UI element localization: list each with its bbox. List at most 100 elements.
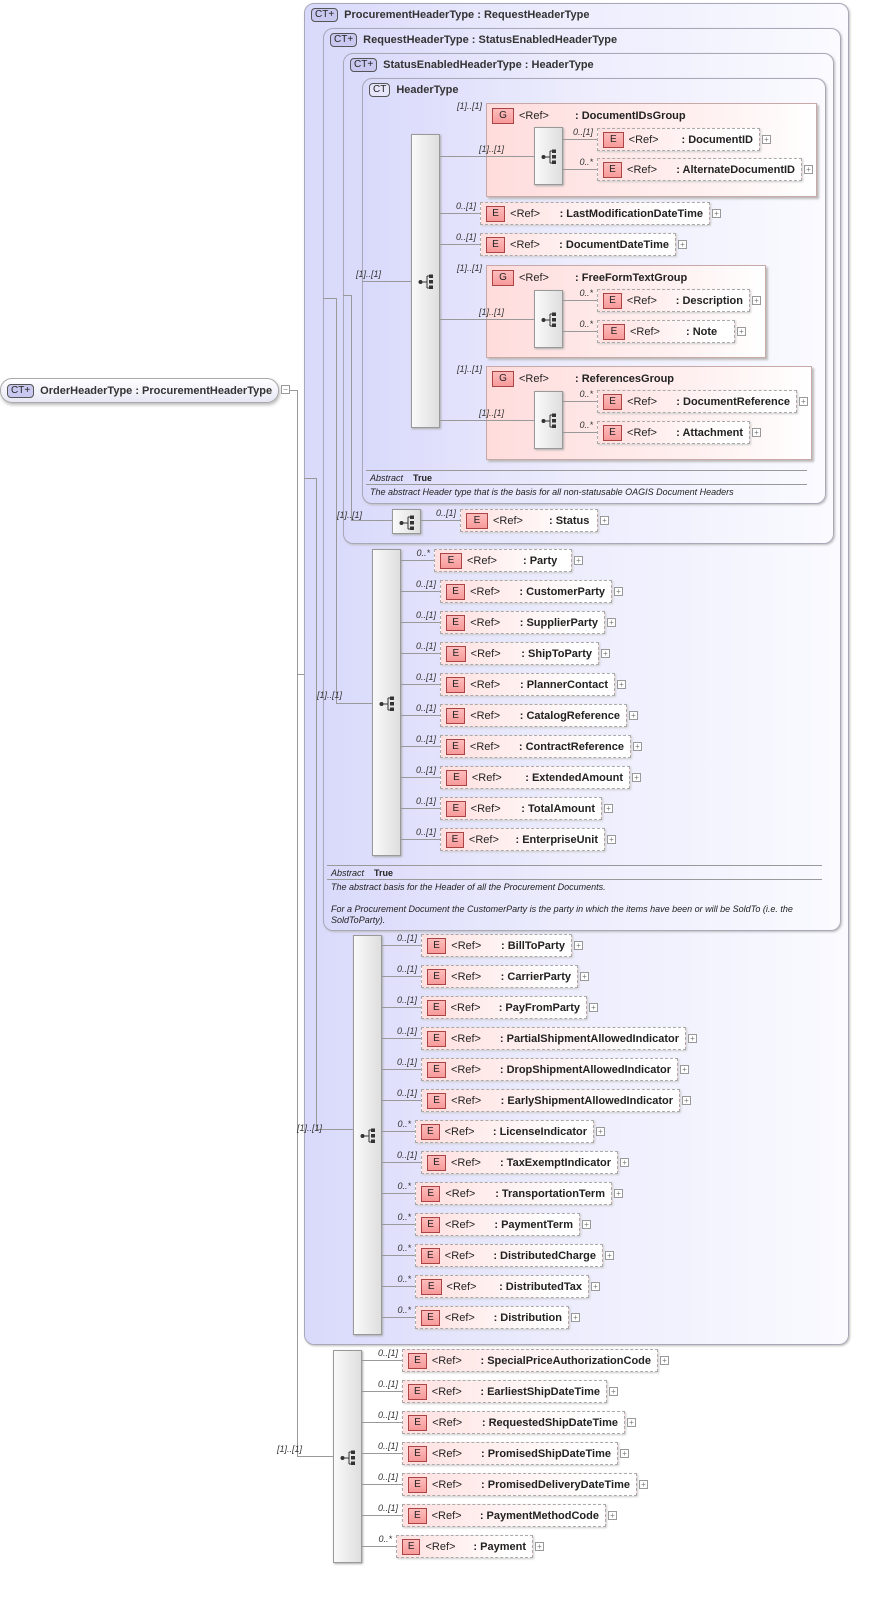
expand-button[interactable]: +	[620, 1449, 629, 1458]
expand-button[interactable]: +	[678, 240, 687, 249]
expand-button[interactable]: +	[574, 941, 583, 950]
expand-button[interactable]: +	[737, 327, 746, 336]
root-type-box[interactable]: CT+ OrderHeaderType : ProcurementHeaderTy…	[0, 378, 279, 403]
expand-button[interactable]: +	[627, 1418, 636, 1427]
element-card[interactable]: E <Ref>: Distribution	[415, 1306, 569, 1329]
element-card[interactable]: E <Ref>: Description	[597, 289, 750, 312]
group-title[interactable]: G <Ref>: DocumentIDsGroup	[492, 108, 692, 124]
element-card[interactable]: E <Ref>: CatalogReference	[440, 704, 627, 727]
expand-button[interactable]: +	[799, 397, 808, 406]
group-title[interactable]: G <Ref>: FreeFormTextGroup	[492, 270, 693, 286]
element-card[interactable]: E <Ref>: Attachment	[597, 421, 750, 444]
root-type-title: CT+ OrderHeaderType : ProcurementHeaderTy…	[7, 384, 272, 398]
sequence-compositor[interactable]	[411, 134, 440, 428]
element-card[interactable]: E <Ref>: TotalAmount	[440, 797, 602, 820]
complex-type-title[interactable]: CT+ StatusEnabledHeaderType : HeaderType	[350, 58, 594, 72]
expand-button[interactable]: +	[605, 1251, 614, 1260]
expand-button[interactable]: +	[629, 711, 638, 720]
expand-button[interactable]: +	[601, 649, 610, 658]
complex-type-title[interactable]: CT+ ProcurementHeaderType : RequestHeader…	[311, 8, 590, 22]
expand-button[interactable]: +	[596, 1127, 605, 1136]
element-name: : SpecialPriceAuthorizationCode	[480, 1354, 651, 1367]
expand-button[interactable]: +	[620, 1158, 629, 1167]
connector-line	[421, 520, 460, 521]
element-icon: E	[408, 1476, 427, 1493]
expand-button[interactable]: +	[571, 1313, 580, 1322]
element-card[interactable]: E <Ref>: PartialShipmentAllowedIndicator	[421, 1027, 686, 1050]
expand-button[interactable]: +	[582, 1220, 591, 1229]
expand-button[interactable]: +	[752, 428, 761, 437]
expand-button[interactable]: +	[589, 1003, 598, 1012]
element-card[interactable]: E <Ref>: RequestedShipDateTime	[402, 1411, 625, 1434]
element-card[interactable]: E <Ref>: TaxExemptIndicator	[421, 1151, 618, 1174]
connector-line	[382, 1007, 421, 1008]
expand-button[interactable]: +	[580, 972, 589, 981]
expand-button[interactable]: +	[591, 1282, 600, 1291]
complex-type-title[interactable]: CT HeaderType	[369, 83, 459, 97]
expand-button[interactable]: +	[752, 296, 761, 305]
expand-button[interactable]: +	[639, 1480, 648, 1489]
element-card[interactable]: E <Ref>: Party	[434, 549, 572, 572]
element-card[interactable]: E <Ref>: TransportationTerm	[415, 1182, 612, 1205]
element-card[interactable]: E <Ref>: ContractReference	[440, 735, 631, 758]
element-card[interactable]: E <Ref>: DocumentID	[597, 128, 760, 151]
element-card[interactable]: E <Ref>: DropShipmentAllowedIndicator	[421, 1058, 678, 1081]
element-icon: E	[421, 1247, 440, 1264]
complex-type-title[interactable]: CT+ RequestHeaderType : StatusEnabledHead…	[330, 33, 617, 47]
expand-button[interactable]: +	[607, 835, 616, 844]
expand-button[interactable]: +	[688, 1034, 697, 1043]
expand-button[interactable]: +	[614, 587, 623, 596]
element-card[interactable]: E <Ref>: PromisedDeliveryDateTime	[402, 1473, 637, 1496]
expand-button[interactable]: +	[609, 1387, 618, 1396]
expand-button[interactable]: +	[607, 618, 616, 627]
expand-button[interactable]: +	[682, 1096, 691, 1105]
abstract-row: Abstract True	[366, 470, 807, 485]
element-card[interactable]: E <Ref>: DistributedCharge	[415, 1244, 603, 1267]
expand-button[interactable]: +	[762, 135, 771, 144]
element-card[interactable]: E <Ref>: CustomerParty	[440, 580, 612, 603]
expand-button[interactable]: +	[608, 1511, 617, 1520]
element-card[interactable]: E <Ref>: DocumentReference	[597, 390, 797, 413]
element-card[interactable]: E <Ref>: DistributedTax	[415, 1275, 589, 1298]
element-card[interactable]: E <Ref>: PlannerContact	[440, 673, 615, 696]
element-card[interactable]: E <Ref>: AlternateDocumentID	[597, 158, 802, 181]
element-card[interactable]: E <Ref>: LastModificationDateTime	[480, 202, 710, 225]
element-cardinality: 0..[1]	[377, 1410, 398, 1420]
element-card[interactable]: E <Ref>: PayFromParty	[421, 996, 587, 1019]
element-card[interactable]: E <Ref>: SupplierParty	[440, 611, 605, 634]
element-card[interactable]: E <Ref>: Note	[597, 320, 735, 343]
element-card[interactable]: E <Ref>: EarlyShipmentAllowedIndicator	[421, 1089, 680, 1112]
element-card[interactable]: E <Ref>: PromisedShipDateTime	[402, 1442, 618, 1465]
element-card[interactable]: E <Ref>: LicenseIndicator	[415, 1120, 594, 1143]
expand-button[interactable]: +	[604, 804, 613, 813]
element-icon: E	[466, 512, 488, 529]
element-card[interactable]: E <Ref>: PaymentMethodCode	[402, 1504, 606, 1527]
expand-button[interactable]: +	[617, 680, 626, 689]
expand-button[interactable]: +	[535, 1542, 544, 1551]
element-card[interactable]: E <Ref>: CarrierParty	[421, 965, 578, 988]
element-card[interactable]: E <Ref>: DocumentDateTime	[480, 233, 676, 256]
element-cardinality: 0..[1]	[396, 1057, 417, 1067]
expand-button[interactable]: +	[614, 1189, 623, 1198]
expand-button[interactable]: +	[632, 773, 641, 782]
element-card[interactable]: E <Ref>: BillToParty	[421, 934, 572, 957]
element-card[interactable]: E <Ref>: ExtendedAmount	[440, 766, 630, 789]
ref-label: <Ref>	[510, 238, 540, 251]
expand-button[interactable]: +	[680, 1065, 689, 1074]
element-card[interactable]: E <Ref>: ShipToParty	[440, 642, 599, 665]
expand-button[interactable]: +	[600, 516, 609, 525]
connector-line	[362, 281, 370, 282]
expand-button[interactable]: +	[574, 556, 583, 565]
element-card[interactable]: E <Ref>: EnterpriseUnit	[440, 828, 605, 851]
expand-button[interactable]: +	[633, 742, 642, 751]
element-card[interactable]: E <Ref>: SpecialPriceAuthorizationCode	[402, 1349, 658, 1372]
element-card[interactable]: E <Ref>: EarliestShipDateTime	[402, 1380, 607, 1403]
expand-button[interactable]: +	[804, 165, 813, 174]
element-card[interactable]: E <Ref>: Status	[460, 509, 598, 532]
expand-button[interactable]: +	[712, 209, 721, 218]
collapse-button[interactable]: −	[281, 385, 290, 394]
expand-button[interactable]: +	[660, 1356, 669, 1365]
element-card[interactable]: E <Ref>: PaymentTerm	[415, 1213, 580, 1236]
element-card[interactable]: E <Ref>: Payment	[396, 1535, 533, 1558]
group-title[interactable]: G <Ref>: ReferencesGroup	[492, 371, 680, 387]
